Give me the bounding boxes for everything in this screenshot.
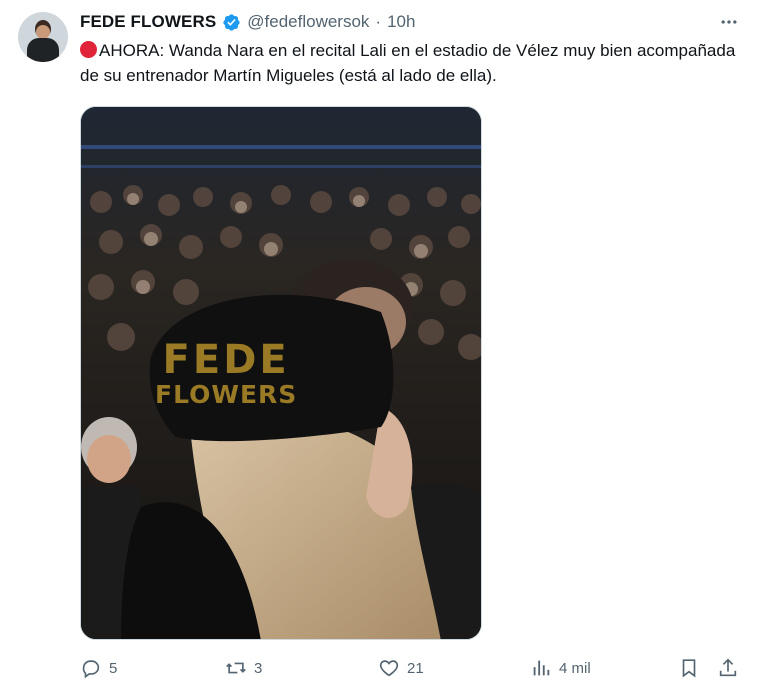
tweet[interactable]: FEDE FLOWERS @fedeflowersok · 10h AHORA:…: [0, 0, 760, 697]
heart-icon: [379, 660, 399, 677]
share-icon: [719, 658, 737, 677]
bookmark-icon: [682, 659, 696, 678]
share-button[interactable]: [717, 652, 739, 684]
retweet-icon: [226, 662, 246, 674]
reply-icon: [82, 660, 100, 679]
views-chart-icon: [533, 660, 550, 676]
more-options-button[interactable]: [712, 10, 746, 34]
like-button[interactable]: 21: [378, 652, 424, 684]
tweet-header: FEDE FLOWERS @fedeflowersok · 10h: [80, 10, 415, 34]
reply-button[interactable]: 5: [80, 652, 117, 684]
reply-count: 5: [109, 659, 118, 677]
author-handle[interactable]: @fedeflowersok: [247, 12, 369, 32]
red-circle-icon: [80, 41, 97, 58]
like-count: 21: [407, 659, 424, 677]
author-name[interactable]: FEDE FLOWERS: [80, 12, 216, 32]
verified-badge-icon: [223, 13, 240, 31]
retweet-button[interactable]: 3: [225, 652, 262, 684]
watermark-line2: FLOWERS: [155, 380, 298, 409]
avatar-face: [36, 25, 50, 39]
header-separator: ·: [375, 12, 382, 31]
watermark-line1: FEDE: [162, 337, 290, 383]
tweet-timestamp[interactable]: 10h: [387, 12, 415, 32]
tweet-text: AHORA: Wanda Nara en el recital Lali en …: [80, 38, 740, 88]
tweet-actions: 5 3 21 4 mil: [80, 652, 745, 684]
avatar[interactable]: [18, 12, 68, 62]
views-button[interactable]: 4 mil: [530, 652, 591, 684]
views-count: 4 mil: [559, 659, 591, 677]
avatar-body: [27, 38, 59, 62]
bookmark-button[interactable]: [678, 652, 700, 684]
retweet-count: 3: [254, 659, 263, 677]
more-dots-icon: [721, 20, 737, 24]
tweet-media-image[interactable]: FEDE FLOWERS: [80, 106, 482, 640]
tweet-body: AHORA: Wanda Nara en el recital Lali en …: [80, 41, 736, 85]
media-watermark: FEDE FLOWERS: [155, 339, 297, 409]
